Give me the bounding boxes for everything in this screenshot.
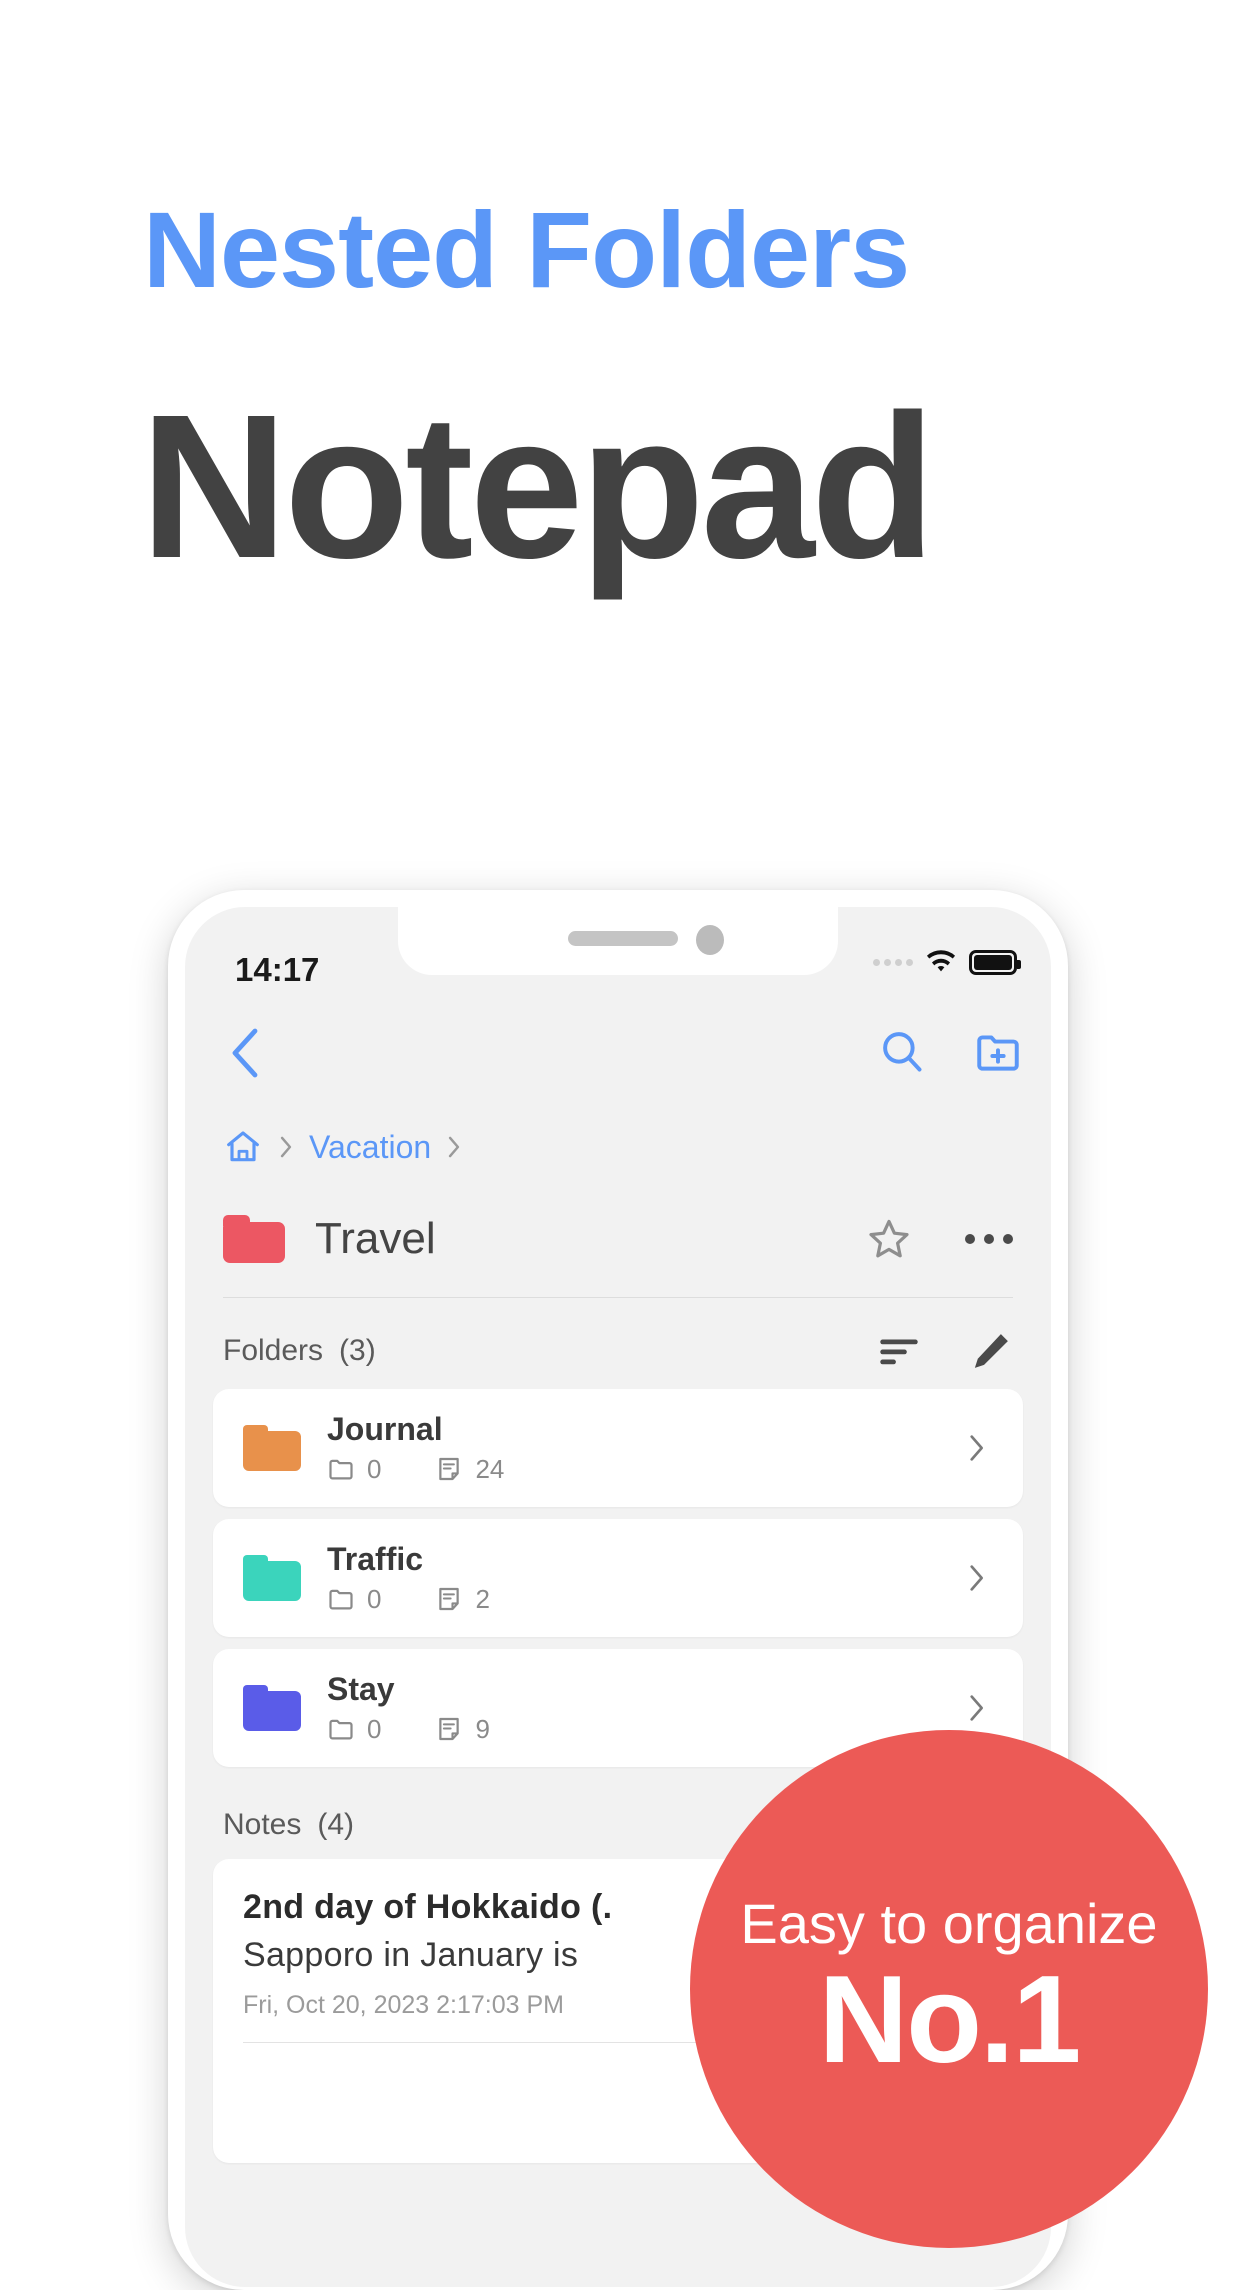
folder-color-icon: [223, 1215, 285, 1263]
folder-plus-icon[interactable]: [973, 1027, 1023, 1077]
app-bar-actions: [877, 1027, 1023, 1077]
folder-note-count: 24: [475, 1453, 505, 1484]
folder-outline-icon: [329, 1590, 353, 1610]
search-icon[interactable]: [877, 1027, 927, 1077]
folders-section-label: Folders: [223, 1334, 324, 1367]
home-icon[interactable]: [223, 1127, 263, 1167]
folder-title-actions: [865, 1215, 1013, 1263]
sort-icon[interactable]: [877, 1331, 921, 1371]
notes-section-label: Notes: [223, 1808, 302, 1841]
chevron-right-icon: [970, 1435, 984, 1461]
note-outline-icon: [439, 1588, 460, 1611]
header-divider: [223, 1297, 1013, 1298]
folder-list-item[interactable]: Traffic 0 2: [213, 1519, 1023, 1637]
status-time: 14:17: [235, 951, 320, 988]
folders-section-count: (3): [339, 1334, 376, 1367]
app-bar: [185, 999, 1051, 1109]
status-indicators: [873, 949, 1021, 975]
folder-outline-icon: [329, 1720, 353, 1740]
breadcrumb: Vacation: [185, 1112, 1051, 1182]
folder-subfolder-count: 0: [367, 1713, 382, 1744]
folder-note-count: 9: [475, 1713, 490, 1744]
battery-full-icon: [969, 949, 1021, 975]
promo-subtitle: Nested Folders: [143, 189, 910, 310]
notch-camera: [696, 925, 724, 955]
folder-color-icon: [243, 1685, 301, 1731]
chevron-right-icon: [449, 1136, 460, 1158]
breadcrumb-item-vacation[interactable]: Vacation: [309, 1129, 431, 1166]
folder-outline-icon: [329, 1460, 353, 1480]
folder-meta: 0 24: [327, 1454, 959, 1485]
chevron-right-icon: [970, 1695, 984, 1721]
folder-name: Traffic: [327, 1541, 424, 1578]
promo-title: Notepad: [140, 372, 936, 601]
folders-section-header: Folders (3): [185, 1311, 1051, 1391]
folder-meta: 0 2: [327, 1584, 959, 1615]
chevron-right-icon: [970, 1565, 984, 1591]
signal-dots-icon: [873, 958, 913, 966]
promo-badge-tagline: Easy to organize: [740, 1892, 1158, 1955]
chevron-left-icon[interactable]: [221, 1027, 269, 1079]
notch-speaker: [568, 931, 678, 946]
folder-color-icon: [243, 1555, 301, 1601]
folder-color-icon: [243, 1425, 301, 1471]
promo-badge-rank: No.1: [818, 1951, 1082, 2089]
notes-section-count: (4): [317, 1808, 355, 1841]
folder-title-row: Travel: [185, 1185, 1051, 1293]
star-outline-icon[interactable]: [865, 1215, 913, 1263]
note-outline-icon: [439, 1458, 460, 1481]
note-outline-icon: [439, 1718, 460, 1741]
wifi-icon: [926, 950, 956, 972]
folder-list-item[interactable]: Journal 0 24: [213, 1389, 1023, 1507]
folders-section-tools: [877, 1329, 1013, 1373]
chevron-right-icon: [280, 1136, 292, 1158]
more-horizontal-icon[interactable]: [965, 1234, 1013, 1244]
folder-subfolder-count: 0: [367, 1583, 382, 1614]
phone-notch: [398, 907, 838, 975]
pencil-icon[interactable]: [969, 1329, 1013, 1373]
folder-name: Stay: [327, 1671, 395, 1708]
folder-meta: 0 9: [327, 1714, 959, 1745]
folder-subfolder-count: 0: [367, 1453, 382, 1484]
folder-note-count: 2: [475, 1583, 490, 1614]
page-title: Travel: [315, 1214, 436, 1263]
folder-name: Journal: [327, 1411, 443, 1448]
promo-badge: Easy to organize No.1: [690, 1730, 1208, 2248]
